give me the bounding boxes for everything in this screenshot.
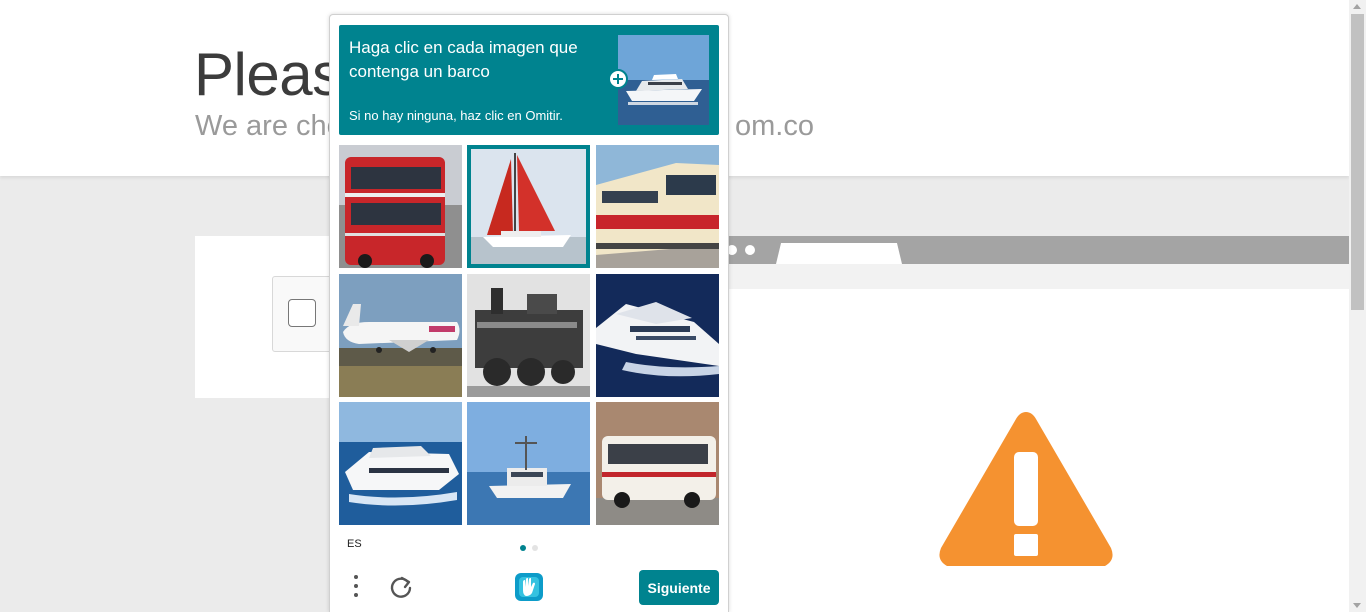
scroll-down-icon[interactable] <box>1353 603 1361 608</box>
challenge-tile-3[interactable] <box>596 145 719 268</box>
challenge-tile-1[interactable] <box>339 145 462 268</box>
scrollbar-thumb[interactable] <box>1351 14 1364 310</box>
challenge-tile-2[interactable] <box>467 145 590 268</box>
page-subtitle-end: om.co <box>735 110 814 142</box>
browser-tab-illustration <box>776 243 902 264</box>
page-subtitle-start: We are che <box>195 110 343 142</box>
more-options-icon[interactable] <box>346 573 366 603</box>
challenge-tile-4[interactable] <box>339 274 462 397</box>
example-image[interactable] <box>618 35 709 125</box>
expand-example-button[interactable] <box>608 69 628 89</box>
scroll-up-icon[interactable] <box>1353 4 1361 9</box>
challenge-tile-6[interactable] <box>596 274 719 397</box>
browser-dot-icon <box>745 245 755 255</box>
language-selector[interactable]: ES <box>347 538 362 550</box>
browser-illustration-toolbar <box>729 264 1349 289</box>
warning-icon <box>939 412 1113 566</box>
human-checkbox[interactable] <box>288 299 316 327</box>
prompt-title: Haga clic en cada imagen que contenga un… <box>349 38 578 81</box>
prompt-subtitle: Si no hay ninguna, haz clic en Omitir. <box>349 108 563 123</box>
page-indicator-active <box>520 545 526 551</box>
challenge-tile-7[interactable] <box>339 402 462 525</box>
next-button[interactable]: Siguiente <box>639 570 719 605</box>
refresh-icon[interactable] <box>388 574 414 600</box>
challenge-tile-5[interactable] <box>467 274 590 397</box>
hcaptcha-logo-icon[interactable] <box>512 570 546 604</box>
page-indicator <box>532 545 538 551</box>
challenge-tile-8[interactable] <box>467 402 590 525</box>
challenge-tile-9[interactable] <box>596 402 719 525</box>
